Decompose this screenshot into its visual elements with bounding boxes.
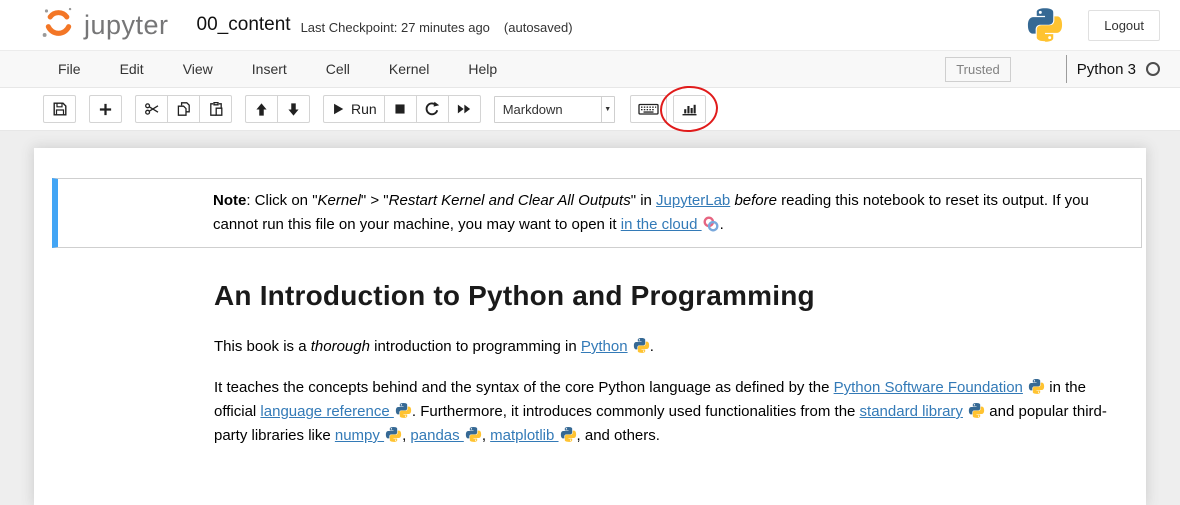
move-down-button[interactable]: [277, 95, 310, 123]
kernel-name: Python 3: [1077, 61, 1136, 78]
python-icon: [384, 427, 402, 444]
python-icon: [559, 427, 577, 444]
italic-text: Restart Kernel and Clear All Outputs: [389, 192, 631, 209]
paste-icon: [208, 101, 224, 117]
keyboard-icon: [638, 101, 659, 117]
stop-button[interactable]: [384, 95, 417, 123]
link-numpy[interactable]: numpy: [335, 427, 384, 444]
autosave-status: (autosaved): [504, 16, 573, 35]
copy-button[interactable]: [167, 95, 200, 123]
restart-button[interactable]: [416, 95, 449, 123]
paragraph-details: It teaches the concepts behind and the s…: [214, 376, 1129, 448]
italic-text: thorough: [311, 338, 370, 355]
site: Note: Click on "Kernel" > "Restart Kerne…: [0, 131, 1180, 505]
toolbar-button-group: [630, 95, 667, 123]
menu-item-cell[interactable]: Cell: [326, 61, 350, 77]
python-icon: [464, 427, 482, 444]
run-button[interactable]: Run: [323, 95, 385, 123]
cell-type-value: Markdown: [495, 102, 601, 117]
binder-icon: [702, 216, 720, 233]
move-up-icon: [254, 102, 269, 117]
link-standard-library[interactable]: standard library: [860, 403, 963, 420]
add-button[interactable]: [89, 95, 122, 123]
menubar: File Edit View Insert Cell Kernel Help Trusted…: [0, 50, 1180, 88]
stop-icon: [393, 102, 407, 116]
toolbar-button-group: Run: [323, 95, 481, 123]
jupyter-app: jupyter 00_content Last Checkpoint: 27 m…: [0, 0, 1180, 505]
toolbar-button-group: [245, 95, 310, 123]
menu-item-file[interactable]: File: [58, 61, 81, 77]
run-icon: [331, 102, 345, 116]
header: jupyter 00_content Last Checkpoint: 27 m…: [0, 0, 1180, 50]
chevron-down-icon: ▼: [601, 97, 614, 122]
menu-item-insert[interactable]: Insert: [252, 61, 287, 77]
copy-icon: [176, 101, 192, 117]
menu-item-kernel[interactable]: Kernel: [389, 61, 429, 77]
trusted-badge: Trusted: [945, 57, 1011, 82]
python-icon: [967, 403, 985, 420]
python-icon: [1027, 379, 1045, 396]
cut-button[interactable]: [135, 95, 168, 123]
move-up-button[interactable]: [245, 95, 278, 123]
checkpoint-status: Last Checkpoint: 27 minutes ago: [301, 16, 490, 35]
notebook-container: Note: Click on "Kernel" > "Restart Kerne…: [34, 148, 1146, 505]
chart-icon: [681, 101, 698, 117]
link-python-software-foundation[interactable]: Python Software Foundation: [834, 379, 1023, 396]
toolbar-button-group: [673, 95, 706, 123]
chart-button[interactable]: [673, 95, 706, 123]
python-logo-icon: [1026, 6, 1064, 44]
menu-item-view[interactable]: View: [183, 61, 213, 77]
menu-item-edit[interactable]: Edit: [120, 61, 144, 77]
bold-text: Note: [213, 192, 246, 209]
notebook-title[interactable]: 00_content: [197, 14, 291, 36]
italic-text: Kernel: [318, 192, 361, 209]
italic-text: before: [734, 192, 777, 209]
fast-forward-button[interactable]: [448, 95, 481, 123]
header-right: Logout: [1026, 6, 1160, 44]
link-python[interactable]: Python: [581, 338, 628, 355]
run-button-label: Run: [351, 101, 377, 117]
add-icon: [98, 102, 113, 117]
toolbar: Run Markdown▼: [0, 88, 1180, 131]
link-matplotlib[interactable]: matplotlib: [490, 427, 558, 444]
logout-button[interactable]: Logout: [1088, 10, 1160, 41]
link-jupyterlab[interactable]: JupyterLab: [656, 192, 730, 209]
toolbar-button-group: [89, 95, 122, 123]
cut-icon: [144, 101, 160, 117]
markdown-rendered-area: An Introduction to Python and Programmin…: [214, 284, 1129, 448]
toolbar-button-group: [43, 95, 76, 123]
restart-icon: [424, 101, 440, 117]
jupyter-logo[interactable]: jupyter: [40, 4, 169, 46]
jupyter-logo-text: jupyter: [84, 10, 169, 41]
cell-type-dropdown[interactable]: Markdown▼: [494, 96, 615, 123]
markdown-cell[interactable]: Note: Click on "Kernel" > "Restart Kerne…: [34, 178, 1146, 448]
keyboard-button[interactable]: [630, 95, 667, 123]
paragraph-intro: This book is a thorough introduction to …: [214, 335, 1129, 359]
link-pandas[interactable]: pandas: [410, 427, 463, 444]
paste-button[interactable]: [199, 95, 232, 123]
note-box: Note: Click on "Kernel" > "Restart Kerne…: [52, 178, 1142, 248]
link-language-reference[interactable]: language reference: [260, 403, 393, 420]
toolbar-button-group: [135, 95, 232, 123]
jupyter-logo-icon: [40, 4, 77, 46]
move-down-icon: [286, 102, 301, 117]
fast-forward-icon: [456, 102, 472, 116]
menu-item-help[interactable]: Help: [468, 61, 497, 77]
menubar-right: Trusted Python 3: [945, 55, 1160, 83]
menu-list: File Edit View Insert Cell Kernel Help: [58, 61, 536, 77]
python-icon: [394, 403, 412, 420]
kernel-idle-icon: [1146, 62, 1160, 76]
page-title: An Introduction to Python and Programmin…: [214, 284, 1129, 308]
save-button[interactable]: [43, 95, 76, 123]
save-icon: [52, 101, 68, 117]
vertical-divider: [1066, 55, 1067, 83]
link-in-the-cloud[interactable]: in the cloud: [621, 216, 702, 233]
python-icon: [632, 338, 650, 355]
